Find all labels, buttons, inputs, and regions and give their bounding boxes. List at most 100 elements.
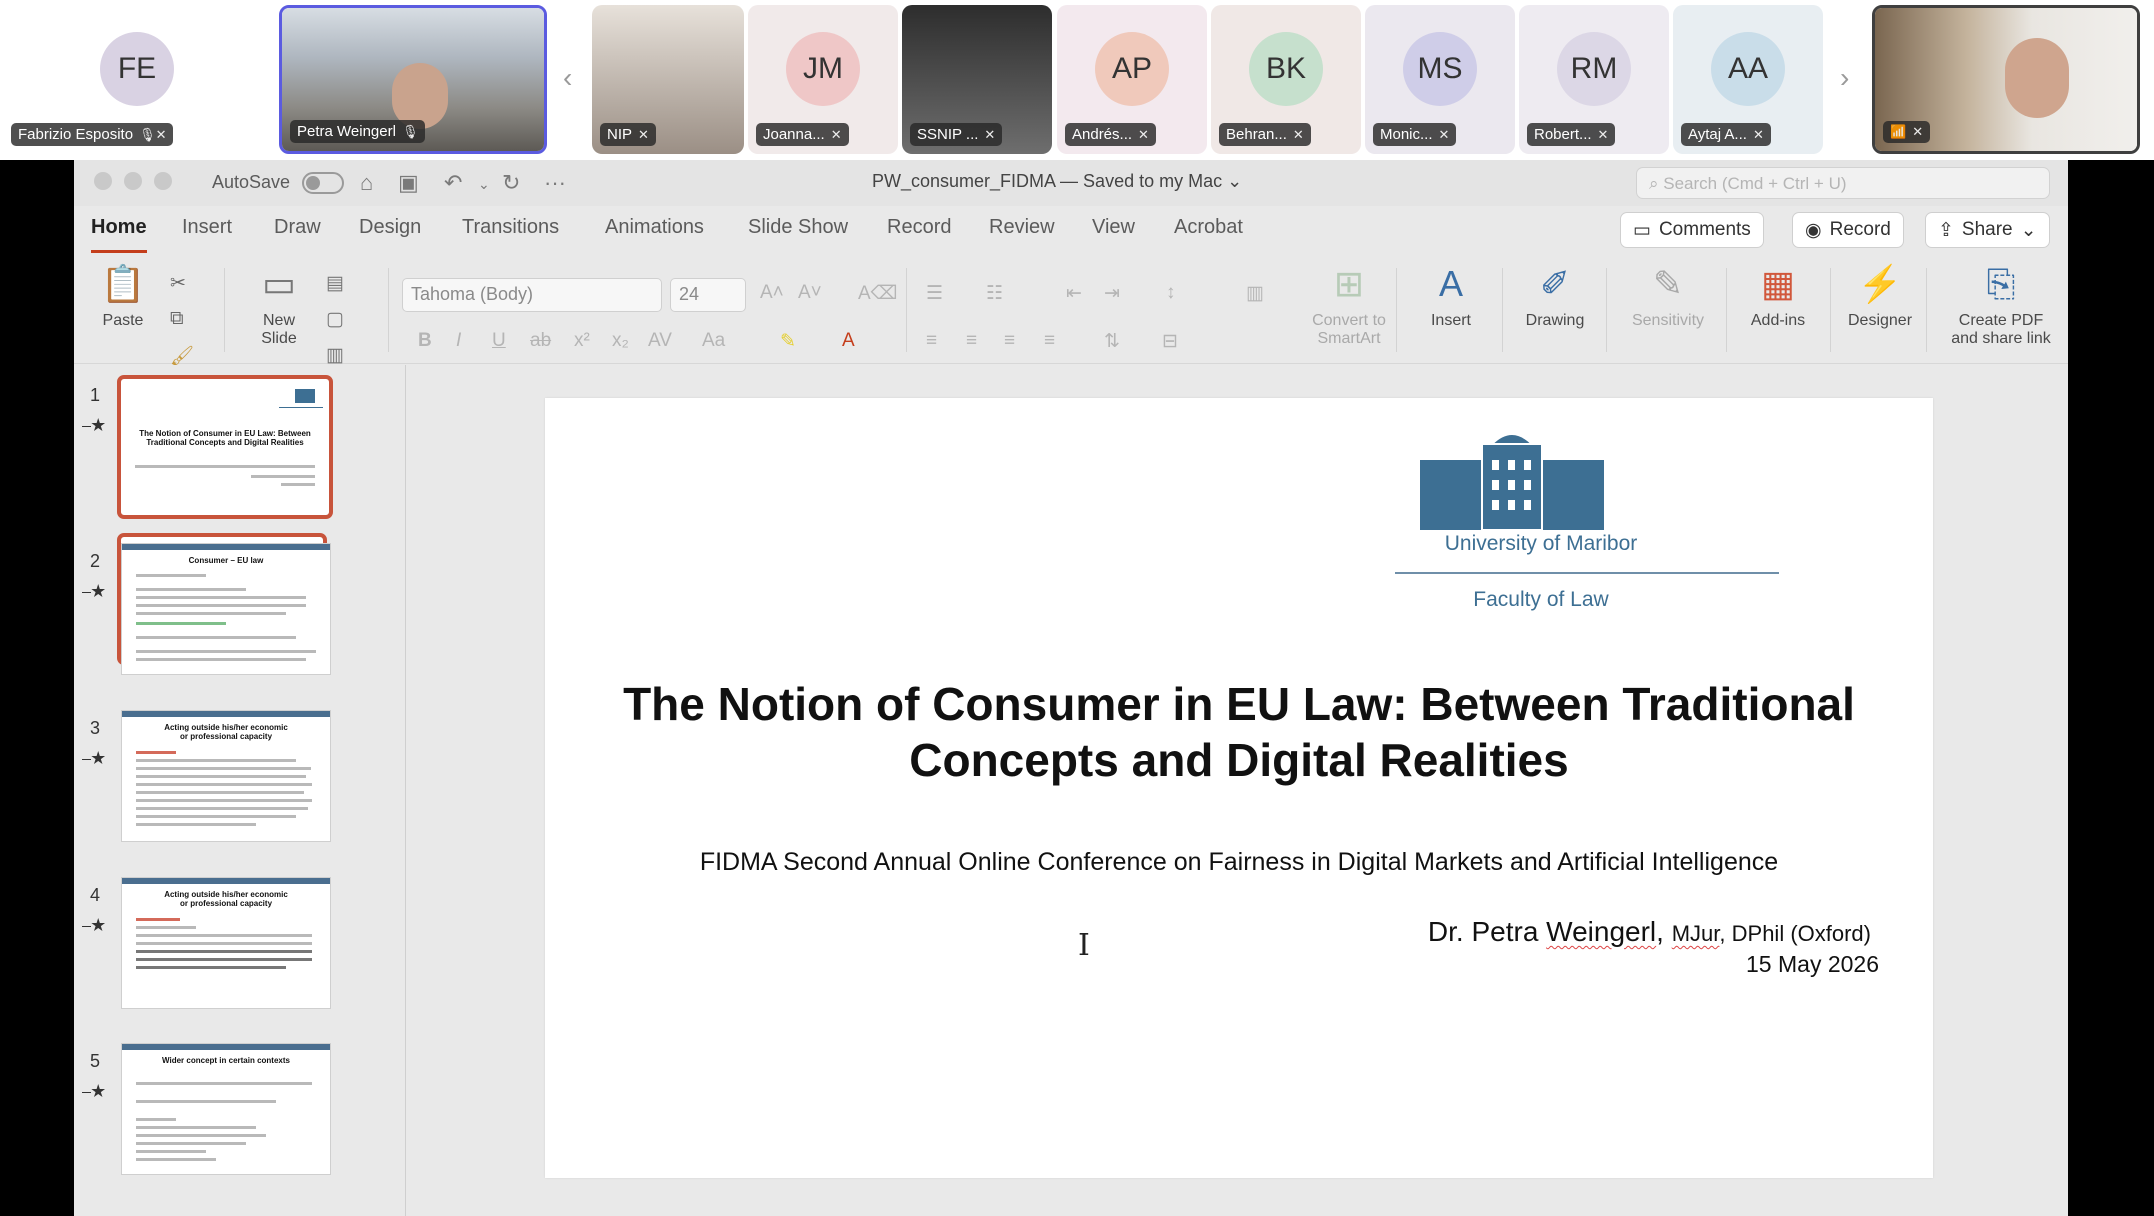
tab-review[interactable]: Review — [989, 216, 1055, 239]
thumbnail-title: The Notion of Consumer in EU Law: Betwee… — [139, 429, 311, 447]
copy-icon[interactable]: ⧉ — [170, 308, 184, 330]
grow-font-icon[interactable]: A˄ — [760, 282, 784, 304]
author-line[interactable]: Dr. Petra Weingerl, MJur, DPhil (Oxford) — [1428, 916, 1871, 948]
title-bar: AutoSave ⌂ ▣ ↶ ⌄ ↻ ··· PW_consumer_FIDMA… — [74, 160, 2068, 206]
align-text-icon[interactable]: ⊟ — [1162, 330, 1178, 353]
participant-tile[interactable]: AA Aytaj A... ✕ — [1673, 5, 1823, 154]
document-title[interactable]: PW_consumer_FIDMA — Saved to my Mac ⌄ — [872, 171, 1242, 192]
slide-thumbnail-3[interactable]: Acting outside his/her economic or profe… — [121, 710, 331, 842]
slide-subtitle[interactable]: FIDMA Second Annual Online Conference on… — [565, 848, 1913, 877]
drawing-button[interactable]: ✐ Drawing — [1512, 256, 1598, 330]
minimize-window-button[interactable] — [124, 172, 142, 190]
convert-smartart-button[interactable]: ⊞ Convert to SmartArt — [1294, 256, 1404, 348]
shrink-font-icon[interactable]: A˅ — [798, 282, 822, 304]
autosave-toggle[interactable] — [302, 172, 344, 194]
tab-draw[interactable]: Draw — [274, 216, 321, 239]
increase-indent-icon[interactable]: ⇥ — [1104, 282, 1120, 305]
font-size-dropdown[interactable]: 24 — [670, 278, 746, 312]
align-right-icon[interactable]: ≡ — [1004, 330, 1015, 352]
zoom-window-button[interactable] — [154, 172, 172, 190]
undo-icon[interactable]: ↶ — [444, 170, 462, 196]
participant-tile-active[interactable]: Petra Weingerl 🎙 — [279, 5, 547, 154]
participant-tile[interactable]: JM Joanna... ✕ — [748, 5, 898, 154]
create-pdf-button[interactable]: ⎘ Create PDF and share link — [1938, 256, 2064, 348]
sensitivity-button[interactable]: ✎ Sensitivity — [1618, 256, 1718, 330]
slide-thumbnail-4[interactable]: Acting outside his/her economic or profe… — [121, 877, 331, 1009]
italic-icon[interactable]: I — [456, 330, 461, 352]
underline-icon[interactable]: U — [492, 330, 506, 352]
home-icon[interactable]: ⌂ — [360, 170, 373, 196]
reset-icon[interactable]: ▢ — [326, 308, 344, 331]
change-case-icon[interactable]: Aa — [702, 330, 725, 352]
chevron-down-icon[interactable]: ⌄ — [478, 176, 490, 193]
bullets-icon[interactable]: ☰ — [926, 282, 943, 305]
tab-design[interactable]: Design — [359, 216, 421, 239]
numbering-icon[interactable]: ☷ — [986, 282, 1003, 305]
decrease-indent-icon[interactable]: ⇤ — [1066, 282, 1082, 305]
tab-animations[interactable]: Animations — [605, 216, 704, 239]
line-spacing-icon[interactable]: ↕ — [1166, 282, 1176, 304]
align-center-icon[interactable]: ≡ — [966, 330, 977, 352]
participant-tile[interactable]: MS Monic... ✕ — [1365, 5, 1515, 154]
comments-button[interactable]: ▭ Comments — [1620, 212, 1764, 248]
highlight-icon[interactable]: ✎ — [780, 330, 796, 353]
section-icon[interactable]: ▥ — [326, 344, 344, 367]
mic-icon: 🎙 — [401, 123, 419, 139]
slide-thumbnail-5[interactable]: Wider concept in certain contexts — [121, 1043, 331, 1175]
participant-tile-self[interactable]: 📶 ✕ — [1872, 5, 2140, 154]
insert-button[interactable]: A Insert — [1408, 256, 1494, 330]
participant-name: SSNIP ... — [917, 126, 979, 143]
clear-formatting-icon[interactable]: A⌫ — [858, 282, 898, 305]
text-direction-icon[interactable]: ⇅ — [1104, 330, 1120, 353]
slide-thumbnail-2[interactable]: Consumer – EU law — [121, 543, 331, 675]
new-slide-button[interactable]: ▭ New Slide — [244, 256, 314, 348]
more-icon[interactable]: ··· — [544, 170, 566, 196]
columns-icon[interactable]: ▥ — [1246, 282, 1264, 305]
tab-record[interactable]: Record — [887, 216, 951, 239]
tab-home[interactable]: Home — [91, 216, 147, 253]
slide-canvas[interactable]: University of Maribor Faculty of Law The… — [545, 398, 1933, 1178]
share-button[interactable]: ⇪ Share ⌄ — [1925, 212, 2050, 248]
tab-slide-show[interactable]: Slide Show — [748, 216, 848, 239]
participant-name: Aytaj A... — [1688, 126, 1747, 143]
chevron-left-icon[interactable]: ‹ — [563, 62, 572, 94]
bold-icon[interactable]: B — [418, 330, 432, 352]
redo-icon[interactable]: ↻ — [502, 170, 520, 196]
designer-button[interactable]: ⚡ Designer — [1834, 256, 1926, 330]
align-left-icon[interactable]: ≡ — [926, 330, 937, 352]
tab-view[interactable]: View — [1092, 216, 1135, 239]
tab-transitions[interactable]: Transitions — [462, 216, 559, 239]
font-name-dropdown[interactable]: Tahoma (Body) — [402, 278, 662, 312]
paste-button[interactable]: 📋 Paste — [88, 256, 158, 330]
participant-tile[interactable]: AP Andrés... ✕ — [1057, 5, 1207, 154]
close-window-button[interactable] — [94, 172, 112, 190]
participant-tile[interactable]: RM Robert... ✕ — [1519, 5, 1669, 154]
participant-tile[interactable]: NIP ✕ — [592, 5, 744, 154]
subscript-icon[interactable]: x₂ — [612, 330, 629, 352]
share-icon: ⇪ — [1938, 219, 1954, 241]
participant-tile[interactable]: SSNIP ... ✕ — [902, 5, 1052, 154]
slide-thumbnail-1[interactable]: The Notion of Consumer in EU Law: Betwee… — [117, 375, 333, 519]
layout-icon[interactable]: ▤ — [326, 272, 344, 295]
tab-acrobat[interactable]: Acrobat — [1174, 216, 1243, 239]
strikethrough-icon[interactable]: ab — [530, 330, 551, 352]
author-prefix: Dr. Petra — [1427, 916, 1547, 947]
chevron-right-icon[interactable]: › — [1840, 62, 1849, 94]
add-ins-button[interactable]: ▦ Add-ins — [1734, 256, 1822, 330]
search-input[interactable]: ⌕ Search (Cmd + Ctrl + U) — [1636, 167, 2050, 199]
cut-icon[interactable]: ✂ — [170, 272, 186, 295]
superscript-icon[interactable]: x² — [574, 330, 590, 352]
drawing-icon: ✐ — [1539, 263, 1571, 304]
character-spacing-icon[interactable]: AV — [648, 330, 672, 352]
avatar: AP — [1095, 31, 1169, 106]
font-color-icon[interactable]: A — [842, 330, 855, 352]
justify-icon[interactable]: ≡ — [1044, 330, 1055, 352]
record-button[interactable]: ◉ Record — [1792, 212, 1904, 248]
save-icon[interactable]: ▣ — [398, 170, 419, 196]
tab-insert[interactable]: Insert — [182, 216, 232, 239]
participant-tile[interactable]: BK Behran... ✕ — [1211, 5, 1361, 154]
slide-title[interactable]: The Notion of Consumer in EU Law: Betwee… — [585, 676, 1893, 788]
presentation-date[interactable]: 15 May 2026 — [1746, 951, 1879, 978]
participant-tile[interactable]: FE Fabrizio Esposito 🎙✕ — [3, 5, 271, 154]
designer-icon: ⚡ — [1857, 263, 1903, 304]
